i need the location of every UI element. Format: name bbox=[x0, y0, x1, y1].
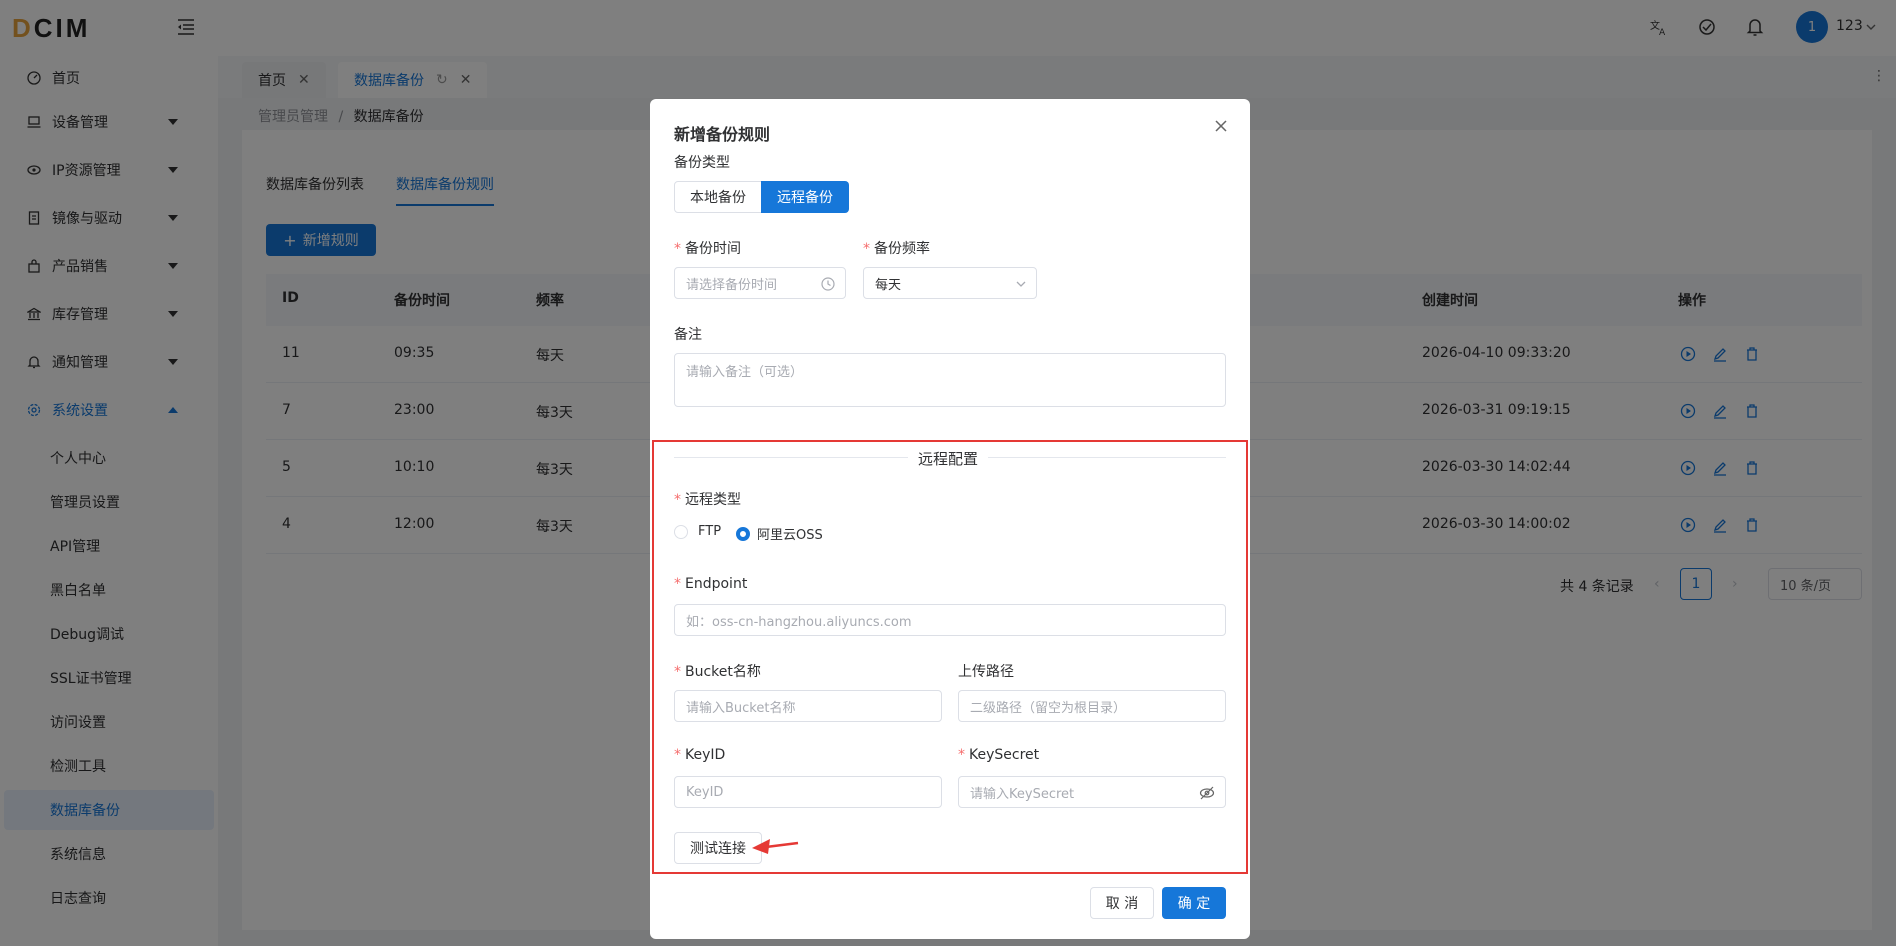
backup-type-remote-label: 远程备份 bbox=[777, 190, 833, 206]
upload-path-placeholder: 二级路径（留空为根目录） bbox=[970, 700, 1127, 716]
note-textarea[interactable]: 请输入备注（可选） bbox=[674, 353, 1226, 407]
backup-freq-value: 每天 bbox=[875, 277, 902, 293]
radio-ftp[interactable]: FTP bbox=[674, 524, 721, 539]
confirm-button[interactable]: 确 定 bbox=[1162, 887, 1226, 919]
keyid-placeholder: KeyID bbox=[686, 784, 724, 800]
remote-config-highlight bbox=[652, 440, 1248, 874]
backup-type-local-button[interactable]: 本地备份 bbox=[674, 181, 762, 213]
endpoint-label-text: Endpoint bbox=[685, 576, 748, 592]
bucket-input[interactable]: 请输入Bucket名称 bbox=[674, 690, 942, 722]
confirm-label: 确 定 bbox=[1177, 896, 1211, 912]
keyid-label: * KeyID bbox=[674, 747, 726, 763]
backup-freq-select[interactable]: 每天 bbox=[863, 267, 1037, 299]
chevron-down-icon bbox=[1016, 281, 1026, 287]
backup-type-local-label: 本地备份 bbox=[690, 190, 746, 206]
endpoint-label: * Endpoint bbox=[674, 576, 748, 592]
arrow-annotation-icon bbox=[752, 839, 799, 854]
eye-hide-icon[interactable] bbox=[1199, 786, 1215, 800]
backup-type-remote-button[interactable]: 远程备份 bbox=[761, 181, 849, 213]
radio-oss-label: 阿里云OSS bbox=[757, 528, 823, 543]
remote-type-label-text: 远程类型 bbox=[685, 492, 741, 508]
endpoint-placeholder: 如：oss-cn-hangzhou.aliyuncs.com bbox=[686, 614, 912, 630]
note-label: 备注 bbox=[674, 327, 702, 343]
radio-aliyun-oss[interactable]: 阿里云OSS bbox=[736, 524, 823, 543]
radio-unchecked-icon bbox=[674, 524, 688, 539]
backup-time-label: * 备份时间 bbox=[674, 241, 741, 257]
test-connection-label: 测试连接 bbox=[690, 841, 746, 857]
upload-path-label: 上传路径 bbox=[958, 664, 1014, 680]
bucket-placeholder: 请输入Bucket名称 bbox=[686, 700, 796, 716]
note-placeholder: 请输入备注（可选） bbox=[686, 365, 804, 380]
backup-time-placeholder: 请选择备份时间 bbox=[686, 277, 778, 293]
endpoint-input[interactable]: 如：oss-cn-hangzhou.aliyuncs.com bbox=[674, 604, 1226, 636]
cancel-button[interactable]: 取 消 bbox=[1090, 887, 1154, 919]
radio-ftp-label: FTP bbox=[698, 524, 722, 539]
radio-checked-icon bbox=[736, 526, 750, 541]
keyid-label-text: KeyID bbox=[685, 747, 726, 763]
keysecret-placeholder: 请输入KeySecret bbox=[970, 786, 1075, 802]
backup-time-input[interactable]: 请选择备份时间 bbox=[674, 267, 846, 299]
keysecret-label: * KeySecret bbox=[958, 747, 1040, 763]
add-backup-rule-dialog: 新增备份规则 备份类型 本地备份 远程备份 * 备份时间 请选择备份时间 * 备份频… bbox=[650, 99, 1250, 939]
backup-freq-label-text: 备份频率 bbox=[874, 241, 930, 257]
bucket-label-text: Bucket名称 bbox=[685, 664, 761, 680]
cancel-label: 取 消 bbox=[1105, 896, 1139, 912]
remote-section-title: 远程配置 bbox=[908, 448, 989, 469]
dialog-title: 新增备份规则 bbox=[674, 125, 771, 144]
backup-freq-label: * 备份频率 bbox=[863, 241, 930, 257]
close-icon[interactable] bbox=[1214, 119, 1228, 133]
bucket-label: * Bucket名称 bbox=[674, 664, 761, 680]
test-connection-button[interactable]: 测试连接 bbox=[674, 832, 762, 864]
clock-icon bbox=[821, 277, 835, 291]
keyid-input[interactable]: KeyID bbox=[674, 776, 942, 808]
backup-time-label-text: 备份时间 bbox=[685, 241, 741, 257]
backup-type-label: 备份类型 bbox=[674, 155, 730, 171]
keysecret-label-text: KeySecret bbox=[969, 747, 1040, 763]
keysecret-input[interactable]: 请输入KeySecret bbox=[958, 776, 1226, 808]
remote-type-label: * 远程类型 bbox=[674, 492, 741, 508]
upload-path-input[interactable]: 二级路径（留空为根目录） bbox=[958, 690, 1226, 722]
